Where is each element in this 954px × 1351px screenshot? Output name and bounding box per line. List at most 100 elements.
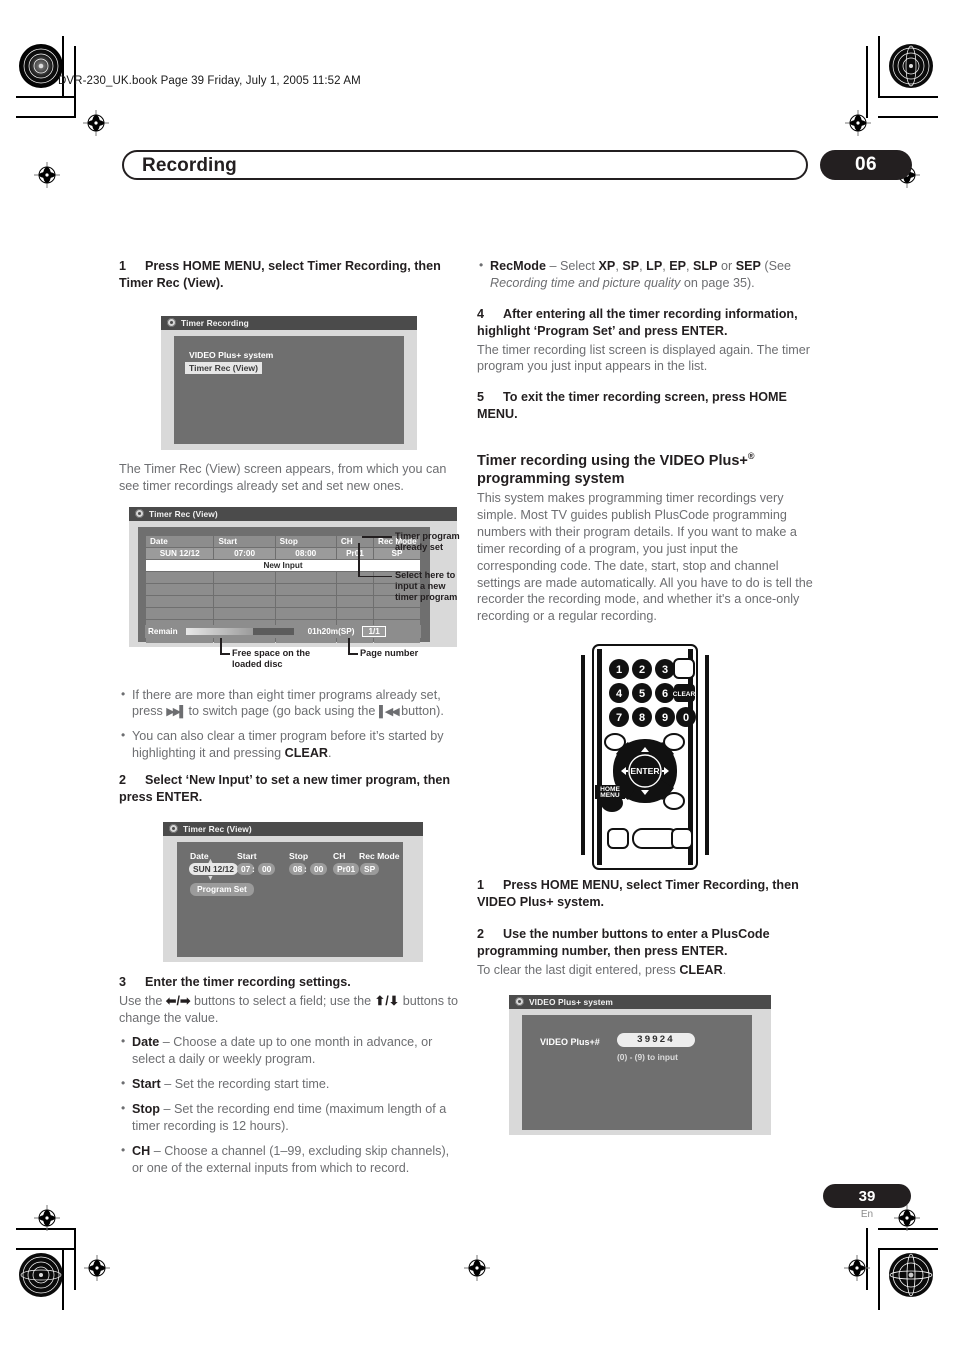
field-start-min[interactable]: 00 [258, 862, 276, 875]
field-recmode-value[interactable]: SP [360, 862, 380, 875]
label-recmode: Rec Mode [359, 850, 400, 861]
table-row[interactable] [146, 607, 420, 619]
new-input-cell: New Input [146, 559, 420, 571]
cell-start: 07:00 [214, 547, 275, 559]
screenshot-timer-recording-menu: Timer Recording VIDEO Plus+ system Timer… [161, 315, 417, 450]
menu-item-timer-rec-view[interactable]: Timer Rec (View) [185, 361, 262, 374]
step-5: 5 To exit the timer recording screen, pre… [477, 389, 817, 423]
osd-title-text: Timer Recording [181, 317, 249, 328]
osd-title-bar: Timer Rec (View) [163, 821, 423, 836]
enter-label: ENTER [630, 766, 660, 776]
registration-mark-center-bottom [464, 1255, 490, 1281]
svg-text:9: 9 [662, 712, 668, 724]
field-stop-min[interactable]: 00 [310, 862, 328, 875]
page-number-badge: 39 [823, 1184, 911, 1208]
step-1b-number: 1 [477, 878, 485, 893]
bullet-term-recmode: RecMode [490, 259, 546, 273]
bullet-list-after-table: If there are more than eight timer progr… [119, 686, 459, 763]
table-row[interactable] [146, 595, 420, 607]
field-values-row: SUN 12/12 07 : 00 08 : 00 Pr01 SP [189, 862, 400, 877]
field-ch-value[interactable]: Pr01 [333, 862, 360, 875]
page-indicator: 1/1 [362, 625, 386, 637]
recmode-xp: XP [598, 259, 616, 273]
step-2-number: 2 [119, 773, 127, 787]
chapter-number-badge: 06 [820, 150, 912, 180]
table-row[interactable] [146, 571, 420, 583]
program-set-button[interactable]: Program Set [190, 882, 254, 896]
remain-label: Remain [148, 626, 178, 636]
video-plus-number-input[interactable]: 39924 [617, 1032, 695, 1047]
table-row-new-input[interactable]: New Input [146, 559, 420, 571]
left-right-arrows-icon: ⬅/➡ [165, 993, 191, 1008]
rosette-top-right [888, 43, 934, 89]
step-4-title: After entering all the timer recording i… [477, 306, 798, 338]
osd-title-bar: VIDEO Plus+ system [509, 994, 771, 1009]
timer-settings-bullets: Date – Choose a date up to one month in … [119, 1033, 459, 1176]
step-4-number: 4 [477, 306, 485, 321]
column-header-stop: Stop [275, 535, 336, 547]
start-time-separator: : [252, 863, 255, 874]
label-stop: Stop [289, 850, 309, 861]
rosette-bottom-left [18, 1252, 64, 1298]
video-plus-number-label: VIDEO Plus+# [540, 1036, 600, 1047]
disc-icon [169, 824, 178, 834]
cell-stop: 08:00 [275, 547, 336, 559]
section-heading-line2: programming system [477, 470, 625, 487]
callout-leader [348, 637, 350, 655]
osd-title-text: Timer Rec (View) [149, 508, 218, 519]
osd-content: VIDEO Plus+ system Timer Rec (View) [174, 335, 404, 444]
step-5-title: To exit the timer recording screen, pres… [477, 390, 787, 422]
recmode-ep: EP [669, 259, 687, 273]
callout-select-here-new-program: Select here to input a new timer program [395, 569, 458, 602]
recmode-sep: SEP [735, 259, 761, 273]
registration-mark [34, 162, 60, 188]
step-3: 3 Enter the timer recording settings. [119, 974, 459, 991]
step-5-number: 5 [477, 390, 485, 405]
callout-leader [358, 575, 392, 577]
disc-icon [515, 997, 524, 1007]
step-2b: 2 Use the number buttons to enter a PlusC… [477, 926, 817, 960]
table-row[interactable] [146, 583, 420, 595]
step-1: 1 Press HOME MENU, select Timer Recording… [119, 258, 459, 292]
remain-value: 01h20m(SP) [307, 626, 355, 636]
section-heading: Timer recording using the VIDEO Plus+® p… [477, 451, 817, 488]
list-item-stop: Stop – Set the recording end time (maxim… [119, 1100, 459, 1135]
svg-text:MENU: MENU [600, 792, 620, 799]
step-2b-text: To clear the last digit entered, press C… [477, 962, 727, 977]
step-3-title: Enter the timer recording settings. [145, 974, 351, 989]
svg-text:8: 8 [639, 712, 645, 724]
step-1b-text: Press HOME MENU, select Timer Recording,… [477, 878, 799, 910]
skip-forward-icon: ▶▶▌ [166, 706, 187, 719]
bullet-desc-ch: – Choose a channel (1–99, excluding skip… [132, 1143, 450, 1175]
list-item-recmode: RecMode – Select XP, SP, LP, EP, SLP or … [477, 257, 817, 292]
osd-title-bar: Timer Recording [161, 315, 417, 330]
callout-leader [220, 653, 230, 655]
list-item: You can also clear a timer program befor… [119, 727, 459, 762]
svg-text:6: 6 [662, 688, 668, 700]
svg-text:3: 3 [662, 664, 668, 676]
cell-date: SUN 12/12 [146, 547, 214, 559]
disc-icon [135, 509, 144, 518]
svg-text:5: 5 [639, 688, 645, 700]
bullet-term-ch: CH [132, 1143, 151, 1158]
recmode-sp: SP [622, 259, 640, 273]
column-header-start: Start [214, 535, 275, 547]
bullet-term-stop: Stop [132, 1102, 160, 1116]
step-4: 4 After entering all the timer recording … [477, 306, 817, 340]
remote-control-illustration: 1 2 3 4 5 6 CLEAR 7 8 9 0 ENTER HOME MEN… [581, 644, 709, 871]
registration-mark [34, 1205, 60, 1231]
right-column: RecMode – Select XP, SP, LP, EP, SLP or … [477, 257, 817, 1145]
screenshot-program-set: Timer Rec (View) Date Start Stop CH Rec … [163, 821, 423, 962]
intro-paragraph: The Timer Rec (View) screen appears, fro… [119, 461, 447, 493]
recmode-pre: – Select [545, 259, 599, 273]
screenshot-video-plus-system: VIDEO Plus+ system VIDEO Plus+# 39924 (0… [509, 994, 771, 1135]
step-3-text: Use the ⬅/➡ buttons to select a field; u… [119, 993, 459, 1025]
label-ch: CH [333, 850, 346, 861]
step-1-number: 1 [119, 259, 127, 273]
step-2b-title: Use the number buttons to enter a PlusCo… [477, 926, 770, 958]
step-1b: 1 Press HOME MENU, select Timer Recording… [477, 877, 817, 911]
step-2: 2 Select ‘New Input’ to set a new timer p… [119, 772, 459, 806]
registered-trademark-icon: ® [747, 451, 755, 461]
bullet-desc-start: – Set the recording start time. [160, 1077, 330, 1092]
table-row[interactable]: SUN 12/12 07:00 08:00 Pr01 SP [146, 547, 420, 559]
